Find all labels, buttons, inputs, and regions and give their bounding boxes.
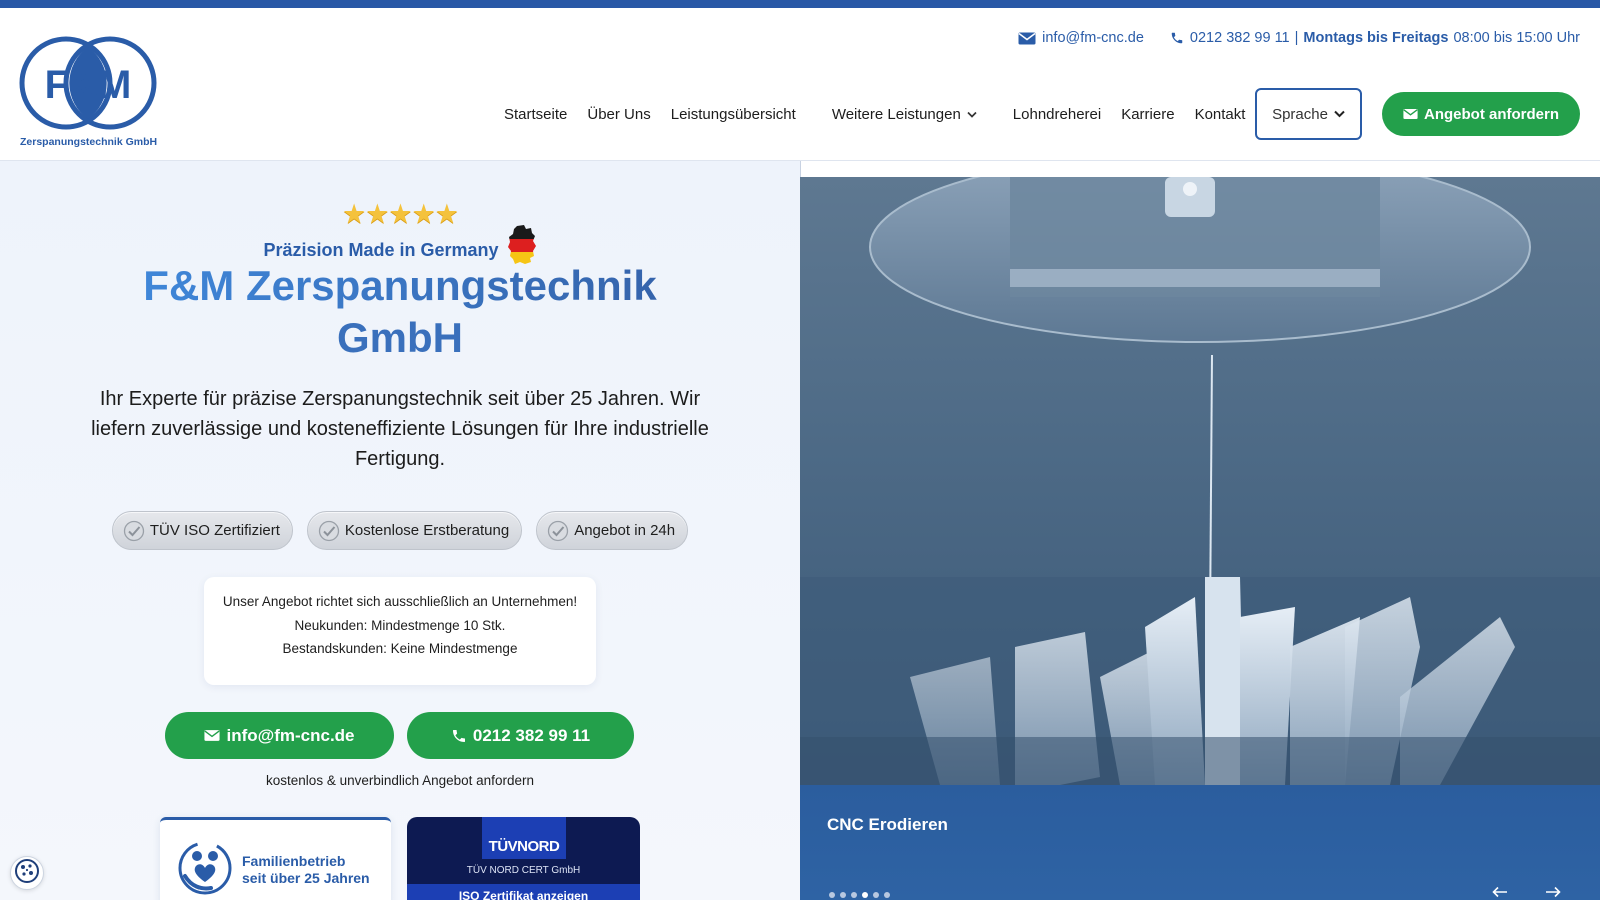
email-button-label: info@fm-cnc.de (226, 725, 355, 745)
hero-title-line1: F&M Zerspanungstechnik (143, 262, 657, 309)
nav-item-kontakt[interactable]: Kontakt (1195, 106, 1246, 123)
logo-subtitle: Zerspanungstechnik GmbH (20, 136, 158, 148)
slider-dot[interactable] (884, 892, 890, 898)
arrow-left-icon[interactable] (1489, 884, 1511, 900)
request-quote-button[interactable]: Angebot anfordern (1382, 92, 1580, 136)
nav-item-leistungsuebersicht[interactable]: Leistungsübersicht (671, 106, 796, 123)
check-circle-icon (318, 520, 340, 542)
arrow-right-icon[interactable] (1542, 884, 1564, 900)
family-card-text: Familienbetrieb seit über 25 Jahren (242, 853, 370, 887)
show-iso-certificate-button[interactable]: ISO Zertifikat anzeigen (407, 884, 640, 900)
rating-stars: ★★★★★ (341, 199, 459, 229)
nav-item-ueber-uns[interactable]: Über Uns (587, 106, 650, 123)
cookie-settings-button[interactable] (10, 856, 44, 890)
slider-dot[interactable] (840, 892, 846, 898)
check-circle-icon (547, 520, 569, 542)
notice-line-new-customers: Neukunden: Mindestmenge 10 Stk. (294, 617, 506, 633)
trust-badges: TÜV ISO Zertifiziert Kostenlose Erstbera… (0, 511, 800, 550)
nav-item-karriere[interactable]: Karriere (1121, 106, 1174, 123)
slide-image-cnc-erodieren (800, 177, 1600, 785)
family-card-line1: Familienbetrieb (242, 853, 346, 869)
business-only-notice: Unser Angebot richtet sich ausschließlic… (204, 577, 596, 685)
badge-label: TÜV ISO Zertifiziert (149, 522, 280, 539)
email-contact-button[interactable]: info@fm-cnc.de (165, 712, 394, 759)
free-quote-note: kostenlos & unverbindlich Angebot anford… (266, 773, 534, 788)
slider-dot-active[interactable] (862, 892, 868, 898)
nav-item-lohndreherei[interactable]: Lohndreherei (1013, 106, 1101, 123)
opening-days: Montags bis Freitags (1303, 30, 1449, 46)
family-business-card: Familienbetrieb seit über 25 Jahren (160, 817, 391, 900)
top-accent-bar (0, 0, 1600, 8)
slider-dot[interactable] (851, 892, 857, 898)
nav-item-startseite[interactable]: Startseite (504, 106, 567, 123)
envelope-icon (1403, 108, 1418, 120)
hero-title: F&M Zerspanungstechnik GmbH (0, 260, 800, 364)
hero-lead-text: Ihr Experte für präzise Zerspanungstechn… (91, 388, 709, 470)
site-header: F&M Zerspanungstechnik GmbH info@fm-cnc.… (0, 8, 1600, 161)
logo-mark: F&M (19, 36, 157, 130)
badge-angebot-24h: Angebot in 24h (536, 511, 689, 550)
badge-label: Kostenlose Erstberatung (344, 522, 510, 539)
badge-label: Angebot in 24h (574, 522, 676, 539)
family-hands-heart-icon (177, 840, 233, 900)
header-phone-link[interactable]: 0212 382 99 11 (1190, 30, 1290, 46)
contact-separator: | (1294, 30, 1299, 46)
tuv-cert-name: TÜV NORD CERT GmbH (466, 865, 581, 876)
nav-item-weitere-leistungen-label: Weitere Leistungen (831, 105, 961, 123)
main-navigation: Startseite Über Uns Leistungsübersicht W… (504, 88, 1265, 140)
phone-icon (1170, 31, 1184, 45)
envelope-icon (204, 729, 221, 742)
language-dropdown[interactable]: Sprache (1255, 88, 1362, 140)
badge-erstberatung: Kostenlose Erstberatung (306, 511, 523, 550)
slider-dot[interactable] (873, 892, 879, 898)
slider-pagination (829, 892, 890, 898)
contact-bar: info@fm-cnc.de 0212 382 99 11 | Montags … (1018, 28, 1580, 48)
request-quote-label: Angebot anfordern (1424, 105, 1559, 123)
tuv-nord-logo: TÜVNORD (482, 817, 566, 859)
slider-dot[interactable] (829, 892, 835, 898)
phone-icon (451, 728, 467, 744)
service-slider: CNC Erodieren (800, 161, 1600, 900)
envelope-icon (1018, 32, 1036, 45)
phone-button-label: 0212 382 99 11 (472, 725, 591, 745)
tagline-text: Präzision Made in Germany (263, 240, 499, 260)
notice-line-existing-customers: Bestandskunden: Keine Mindestmenge (282, 641, 518, 656)
logo-text: F&M (45, 63, 132, 107)
notice-line-business: Unser Angebot richtet sich ausschließlic… (222, 594, 578, 609)
tuv-certificate-card: TÜVNORD TÜV NORD CERT GmbH ISO Zertifika… (407, 817, 640, 900)
company-logo[interactable]: F&M Zerspanungstechnik GmbH (18, 26, 166, 151)
chevron-down-icon (1334, 110, 1345, 118)
slide-caption: CNC Erodieren (827, 815, 948, 834)
check-circle-icon (123, 520, 145, 542)
hero-intro: ★★★★★ Präzision Made in Germany F&M Zers… (0, 161, 800, 900)
family-card-line2: seit über 25 Jahren (242, 870, 370, 886)
chevron-down-icon (967, 111, 977, 118)
cookie-icon (14, 858, 40, 889)
opening-hours: 08:00 bis 15:00 Uhr (1453, 30, 1580, 46)
nav-item-weitere-leistungen[interactable]: Weitere Leistungen (832, 106, 977, 123)
phone-contact-button[interactable]: 0212 382 99 11 (407, 712, 634, 759)
hero-title-line2: GmbH (337, 314, 463, 361)
header-email-link[interactable]: info@fm-cnc.de (1042, 30, 1144, 46)
badge-tuev-iso: TÜV ISO Zertifiziert (111, 511, 293, 550)
language-label: Sprache (1272, 105, 1328, 123)
slide-caption-band: CNC Erodieren (800, 785, 1600, 900)
